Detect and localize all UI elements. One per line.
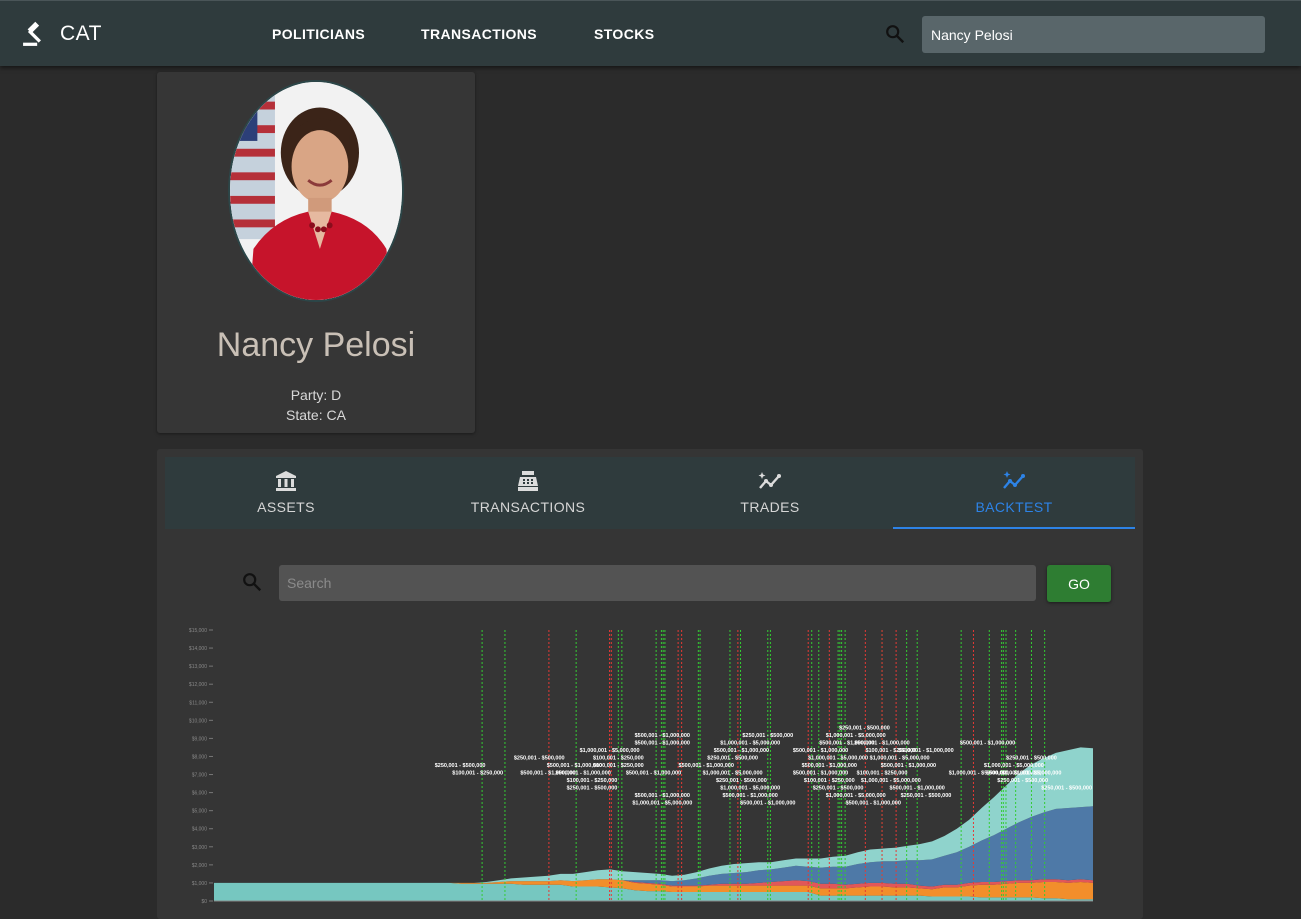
trade-annotation: $1,000,001 - $5,000,000	[984, 763, 1044, 769]
search-icon[interactable]	[241, 571, 263, 593]
trade-annotation: $250,001 - $500,000	[716, 778, 767, 784]
trade-annotation: $1,000,001 - $5,000,000	[720, 786, 780, 792]
trade-annotation: $500,001 - $1,000,000	[723, 793, 778, 799]
tab-trades-label: TRADES	[740, 499, 800, 515]
trade-annotation: $1,000,001 - $5,000,000	[861, 778, 921, 784]
trade-annotation: $100,001 - $250,000	[593, 756, 644, 762]
trade-annotation: $500,001 - $1,000,000	[802, 763, 857, 769]
trade-annotation: $500,001 - $1,000,000	[793, 771, 848, 777]
trade-annotation: $250,001 - $500,000	[435, 763, 486, 769]
trade-annotation: $500,001 - $1,000,000	[793, 748, 848, 754]
trade-annotation: $1,000,001 - $5,000,000	[703, 771, 763, 777]
trade-annotation: $1,000,001 - $5,000,000	[826, 733, 886, 739]
tab-backtest-label: BACKTEST	[975, 499, 1053, 515]
trade-annotation: $1,000,001 - $5,000,000	[826, 793, 886, 799]
y-tick-label: $12,000	[189, 682, 207, 688]
tab-transactions[interactable]: TRANSACTIONS	[407, 457, 649, 529]
y-tick-label: $0	[201, 899, 207, 905]
trade-annotation: $250,001 - $500,000	[839, 726, 890, 732]
trade-annotation: $1,000,001 - $5,000,000	[870, 756, 930, 762]
trade-annotation: $1,000,001 - $5,000,000	[1001, 771, 1061, 777]
trade-annotation: $500,001 - $1,000,000	[881, 763, 936, 769]
trade-annotation: $500,001 - $1,000,000	[635, 741, 690, 747]
y-tick-label: $9,000	[192, 736, 208, 742]
politician-party: Party: D	[290, 387, 342, 403]
trade-annotation: $250,001 - $500,000	[707, 756, 758, 762]
trade-annotation: $500,001 - $1,000,000	[854, 741, 909, 747]
y-tick-label: $1,000	[192, 881, 208, 887]
y-tick-label: $11,000	[189, 700, 207, 706]
trade-annotation: $500,001 - $1,000,000	[898, 748, 953, 754]
backtest-search-input[interactable]	[279, 565, 1036, 601]
tab-assets[interactable]: ASSETS	[165, 457, 407, 529]
trade-annotation: $100,001 - $250,000	[804, 778, 855, 784]
trade-annotation: $100,001 - $250,000	[857, 771, 908, 777]
trade-annotation: $100,001 - $250,000	[452, 771, 503, 777]
y-tick-label: $6,000	[192, 791, 208, 797]
tab-backtest[interactable]: BACKTEST	[893, 457, 1135, 529]
trade-annotation: $500,001 - $1,000,000	[556, 771, 611, 777]
politician-search-input[interactable]	[922, 16, 1265, 53]
trade-annotation: $500,001 - $1,000,000	[740, 801, 795, 807]
trade-annotation: $250,001 - $500,000	[742, 733, 793, 739]
nav-politicians[interactable]: POLITICIANS	[272, 26, 365, 42]
tab-transactions-label: TRANSACTIONS	[470, 499, 586, 515]
gavel-icon	[23, 21, 41, 46]
y-tick-label: $10,000	[189, 718, 207, 724]
y-tick-label: $15,000	[189, 628, 207, 634]
politician-portrait	[228, 80, 404, 302]
y-tick-label: $2,000	[192, 863, 208, 869]
politician-detail-card: ASSETS TRANSACTIONS TRADES BACKTEST Sear…	[157, 449, 1143, 919]
politician-state: State: CA	[286, 407, 346, 423]
trade-annotation: $250,001 - $500,000	[813, 786, 864, 792]
brand[interactable]: CAT	[22, 21, 102, 47]
bank-icon	[276, 471, 296, 491]
trade-annotation: $250,001 - $500,000	[997, 778, 1048, 784]
y-tick-label: $8,000	[192, 754, 208, 760]
trade-annotation: $500,001 - $1,000,000	[890, 786, 945, 792]
trade-annotation: $1,000,001 - $5,000,000	[720, 741, 780, 747]
trade-annotation: $250,001 - $500,000	[567, 786, 618, 792]
y-tick-label: $5,000	[192, 809, 208, 815]
app-title: CAT	[60, 22, 102, 45]
detail-tabs: ASSETS TRANSACTIONS TRADES BACKTEST	[165, 457, 1135, 529]
trade-annotation: $1,000,001 - $5,000,000	[632, 801, 692, 807]
politician-profile-card: Nancy Pelosi Party: D State: CA	[157, 72, 475, 433]
trade-annotation: $500,001 - $1,000,000	[960, 741, 1015, 747]
backtest-chart: $0 $1,000 $2,000 $3,000 $4,000 $5,000 $6,000 $7…	[189, 628, 1093, 905]
trade-annotation: $250,001 - $500,000	[901, 793, 952, 799]
y-tick-label: $4,000	[192, 827, 208, 833]
trade-annotation: $100,001 - $250,000	[567, 778, 618, 784]
trade-annotation: $1,000,001 - $5,000,000	[580, 748, 640, 754]
trade-annotation: $1,000,001 - $5,000,000	[808, 756, 868, 762]
nav-transactions[interactable]: TRANSACTIONS	[421, 26, 537, 42]
chart-sparkle-icon	[1003, 471, 1025, 489]
trade-annotation: $500,001 - $1,000,000	[714, 748, 769, 754]
cash-register-icon	[518, 471, 538, 491]
app-bar: CAT POLITICIANS TRANSACTIONS STOCKS	[0, 0, 1301, 66]
search-icon[interactable]	[884, 23, 906, 45]
go-button[interactable]: GO	[1047, 565, 1111, 602]
trade-annotation: $250,001 - $500,000	[1041, 786, 1092, 792]
trade-annotation: $500,001 - $1,000,000	[635, 733, 690, 739]
y-tick-label: $7,000	[192, 773, 208, 779]
chart-line-icon	[758, 472, 781, 489]
trade-annotation: $100,001 - $250,000	[593, 763, 644, 769]
y-tick-label: $14,000	[189, 646, 207, 652]
y-tick-label: $13,000	[189, 664, 207, 670]
tab-assets-label: ASSETS	[257, 499, 315, 515]
trade-annotation: $250,001 - $500,000	[514, 756, 565, 762]
trade-annotation: $500,001 - $1,000,000	[679, 763, 734, 769]
trade-annotation: $250,001 - $500,000	[1006, 756, 1057, 762]
nav-stocks[interactable]: STOCKS	[594, 26, 655, 42]
y-tick-label: $3,000	[192, 845, 208, 851]
tab-trades[interactable]: TRADES	[649, 457, 891, 529]
trade-annotation: $500,001 - $1,000,000	[626, 771, 681, 777]
trade-annotation: $500,001 - $1,000,000	[635, 793, 690, 799]
politician-name: Nancy Pelosi	[216, 326, 416, 364]
trade-annotation: $500,001 - $1,000,000	[846, 801, 901, 807]
